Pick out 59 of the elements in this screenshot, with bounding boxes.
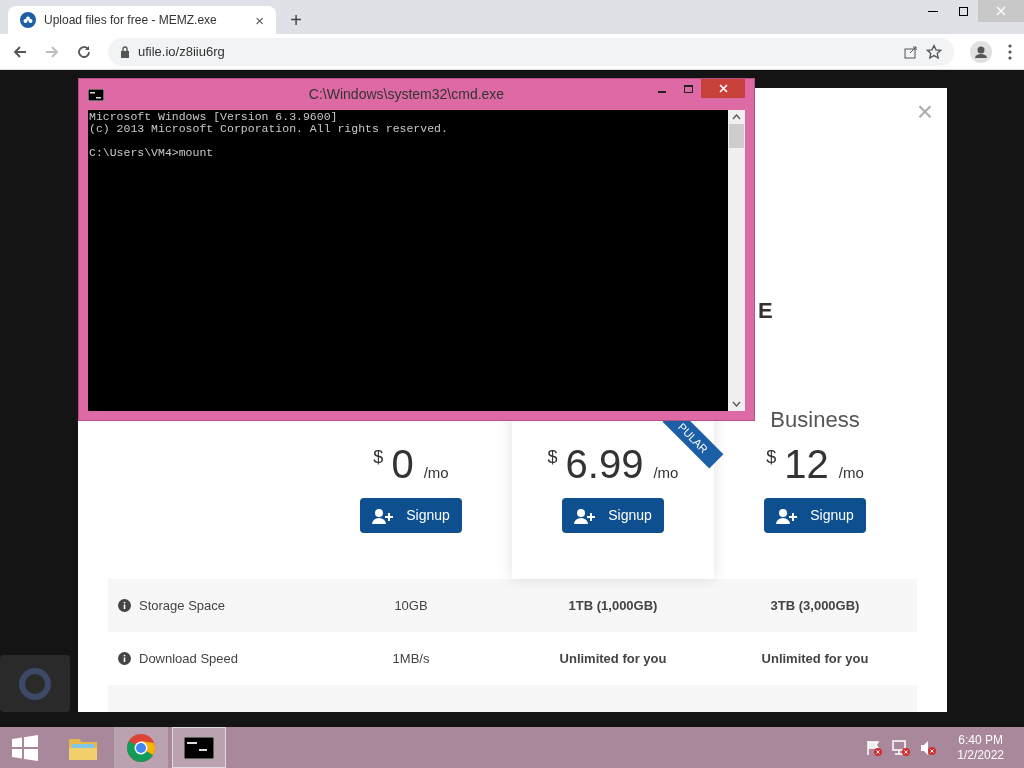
reload-icon[interactable] [76, 43, 92, 60]
new-tab-button[interactable]: + [284, 10, 308, 30]
plan-name: Business [770, 406, 860, 434]
share-icon[interactable] [904, 44, 918, 59]
action-center-flag-icon[interactable] [865, 738, 884, 757]
feature-label: Storage Space [139, 596, 225, 615]
signup-button[interactable]: Signup [764, 498, 866, 533]
price-period: /mo [423, 463, 449, 483]
clock-time: 6:40 PM [958, 732, 1003, 748]
signup-button[interactable]: Signup [360, 498, 462, 533]
scroll-thumb[interactable] [729, 124, 744, 148]
scrollbar[interactable] [728, 110, 745, 411]
signup-button[interactable]: Signup [562, 498, 664, 533]
currency-symbol: $ [547, 446, 558, 469]
windows-logo-icon [12, 734, 38, 761]
back-icon[interactable] [12, 43, 28, 60]
close-icon [718, 84, 728, 93]
console-line: (c) 2013 Microsoft Corporation. All rights reserved. [89, 123, 448, 135]
star-icon[interactable] [926, 43, 942, 60]
console-line: C:\Users\VM4>mount [89, 147, 214, 159]
currency-symbol: $ [766, 446, 777, 469]
add-user-icon [574, 507, 597, 524]
plan-price: 6.99 [565, 441, 644, 488]
table-cell-text: Unlimited for you [760, 649, 870, 668]
network-icon[interactable] [891, 738, 912, 757]
table-cell-text: 10GB [393, 596, 429, 615]
profile-icon[interactable] [970, 40, 992, 63]
menu-icon[interactable] [1008, 43, 1012, 60]
url-text: ufile.io/z8iiu6rg [138, 42, 226, 61]
window-title: C:\Windows\system32\cmd.exe [307, 85, 506, 104]
plan-price: 12 [784, 441, 829, 488]
price-period: /mo [653, 463, 679, 483]
table-cell-text: Unlimited for you [558, 649, 668, 668]
add-user-icon [776, 507, 799, 524]
table-cell-text: 1TB (1,000GB) [567, 596, 659, 615]
address-bar[interactable]: ufile.io/z8iiu6rg [108, 37, 954, 66]
table-cell-text: 3TB (3,000GB) [769, 596, 861, 615]
add-user-icon [372, 507, 395, 524]
price-period: /mo [838, 463, 864, 483]
taskbar-app-button[interactable] [172, 727, 226, 768]
info-icon [118, 599, 131, 612]
info-icon [118, 652, 131, 665]
feature-label: Download Speed [139, 649, 239, 668]
logo-text: E [758, 300, 773, 325]
plan-price: 0 [391, 441, 414, 488]
table-cell-text: 1MB/s [391, 649, 431, 668]
tab-title: Upload files for free - MEMZ.exe [44, 12, 218, 29]
lock-icon [120, 45, 130, 58]
console-app-icon [88, 88, 104, 101]
close-button[interactable] [701, 79, 745, 98]
browser-tab[interactable]: Upload files for free - MEMZ.exe × [8, 6, 276, 34]
terminal-icon [184, 736, 214, 759]
console-line: Microsoft Windows [Version 6.3.9600] [89, 111, 338, 123]
clock-date: 1/2/2022 [957, 747, 1004, 763]
close-icon [996, 6, 1006, 16]
browser-icon [126, 732, 156, 763]
tab-close-button[interactable]: × [255, 12, 264, 28]
currency-symbol: $ [373, 446, 384, 469]
cloud-logo-icon [20, 12, 36, 28]
